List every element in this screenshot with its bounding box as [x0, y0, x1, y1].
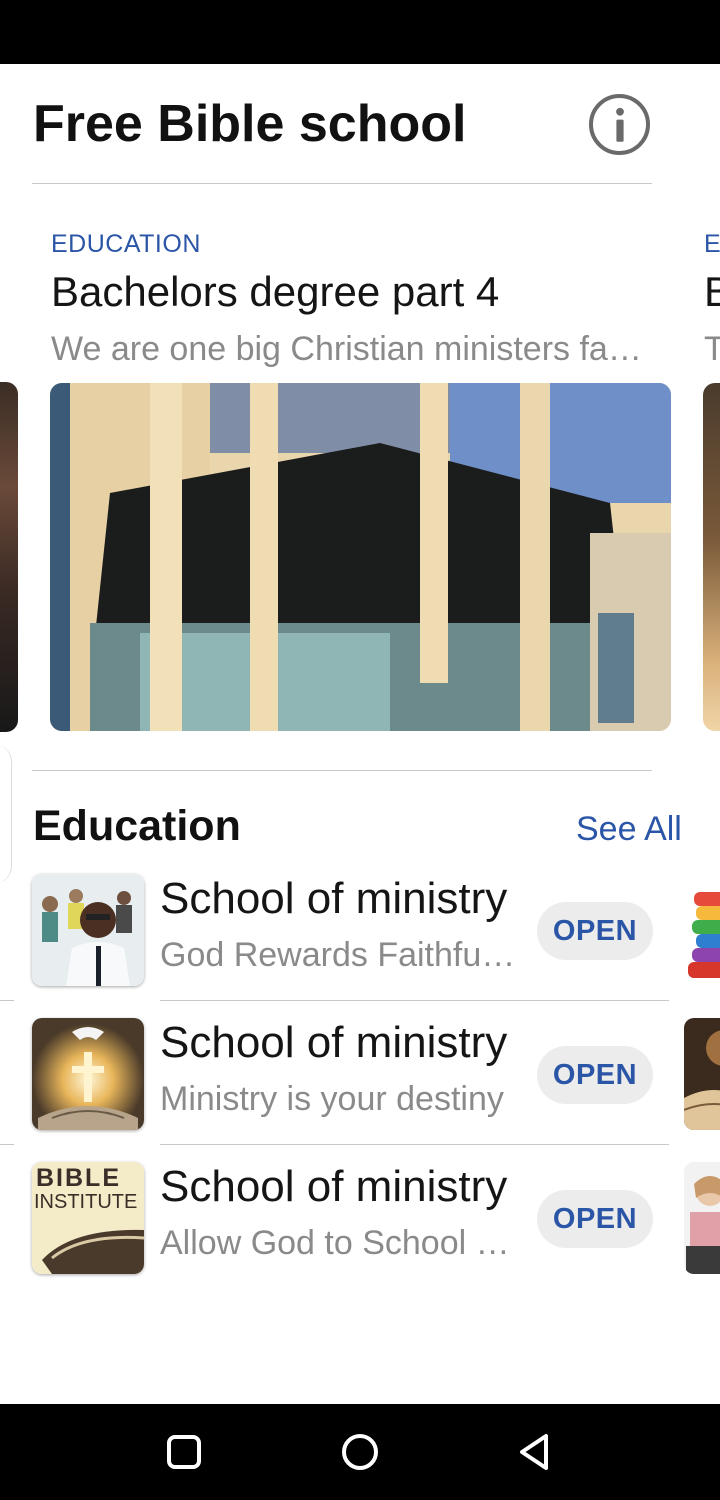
app-detail-sheet: Free Bible school EDUCATION Bachelors de… — [0, 64, 720, 1404]
next-card-category: E — [704, 230, 720, 258]
page-title: Free Bible school — [33, 95, 467, 153]
app-thumbnail: BIBLE INSTITUTE — [32, 1162, 144, 1274]
header-divider — [32, 183, 652, 184]
app-thumbnail — [32, 874, 144, 986]
see-all-link[interactable]: See All — [576, 810, 682, 849]
item-subtitle: Ministry is your destiny — [160, 1080, 504, 1118]
home-icon[interactable] — [340, 1432, 380, 1472]
info-icon — [615, 107, 624, 142]
section-title: Education — [33, 802, 241, 850]
row-divider — [160, 1000, 669, 1001]
list-item[interactable]: School of ministry God Rewards Faithfuln… — [0, 874, 720, 988]
row-divider — [0, 1000, 14, 1001]
app-thumbnail — [32, 1018, 144, 1130]
info-button[interactable] — [589, 94, 650, 155]
open-button[interactable]: OPEN — [537, 1046, 653, 1104]
featured-description: We are one big Christian ministers famil… — [51, 330, 661, 368]
row-divider — [0, 1144, 14, 1145]
open-button[interactable]: OPEN — [537, 902, 653, 960]
back-icon[interactable] — [516, 1432, 556, 1472]
next-card-title[interactable]: B — [704, 268, 720, 316]
item-title: School of ministry — [160, 1162, 508, 1211]
previous-card-image[interactable] — [0, 382, 18, 732]
item-title: School of ministry — [160, 1018, 508, 1067]
featured-category: EDUCATION — [51, 230, 201, 258]
featured-image[interactable] — [50, 383, 671, 731]
featured-title[interactable]: Bachelors degree part 4 — [51, 268, 499, 316]
open-button[interactable]: OPEN — [537, 1190, 653, 1248]
next-column-thumbnail[interactable] — [684, 874, 720, 986]
status-bar — [0, 0, 720, 64]
list-item[interactable]: BIBLE INSTITUTE School of ministry Allow… — [0, 1162, 720, 1276]
next-card-description: T — [704, 330, 720, 368]
item-title: School of ministry — [160, 874, 508, 923]
next-card-image[interactable] — [703, 383, 720, 731]
next-column-thumbnail[interactable] — [684, 1018, 720, 1130]
previous-card-edge — [0, 744, 12, 884]
item-subtitle: God Rewards Faithfulness — [160, 936, 520, 974]
section-divider — [32, 770, 652, 771]
list-item[interactable]: School of ministry Ministry is your dest… — [0, 1018, 720, 1132]
next-column-thumbnail[interactable] — [684, 1162, 720, 1274]
row-divider — [160, 1144, 669, 1145]
recent-apps-icon[interactable] — [164, 1432, 204, 1472]
item-subtitle: Allow God to School you — [160, 1224, 520, 1262]
thumb-logo-text: BIBLE — [36, 1164, 121, 1192]
thumb-logo-text: INSTITUTE — [34, 1191, 137, 1213]
system-navigation-bar — [0, 1404, 720, 1500]
